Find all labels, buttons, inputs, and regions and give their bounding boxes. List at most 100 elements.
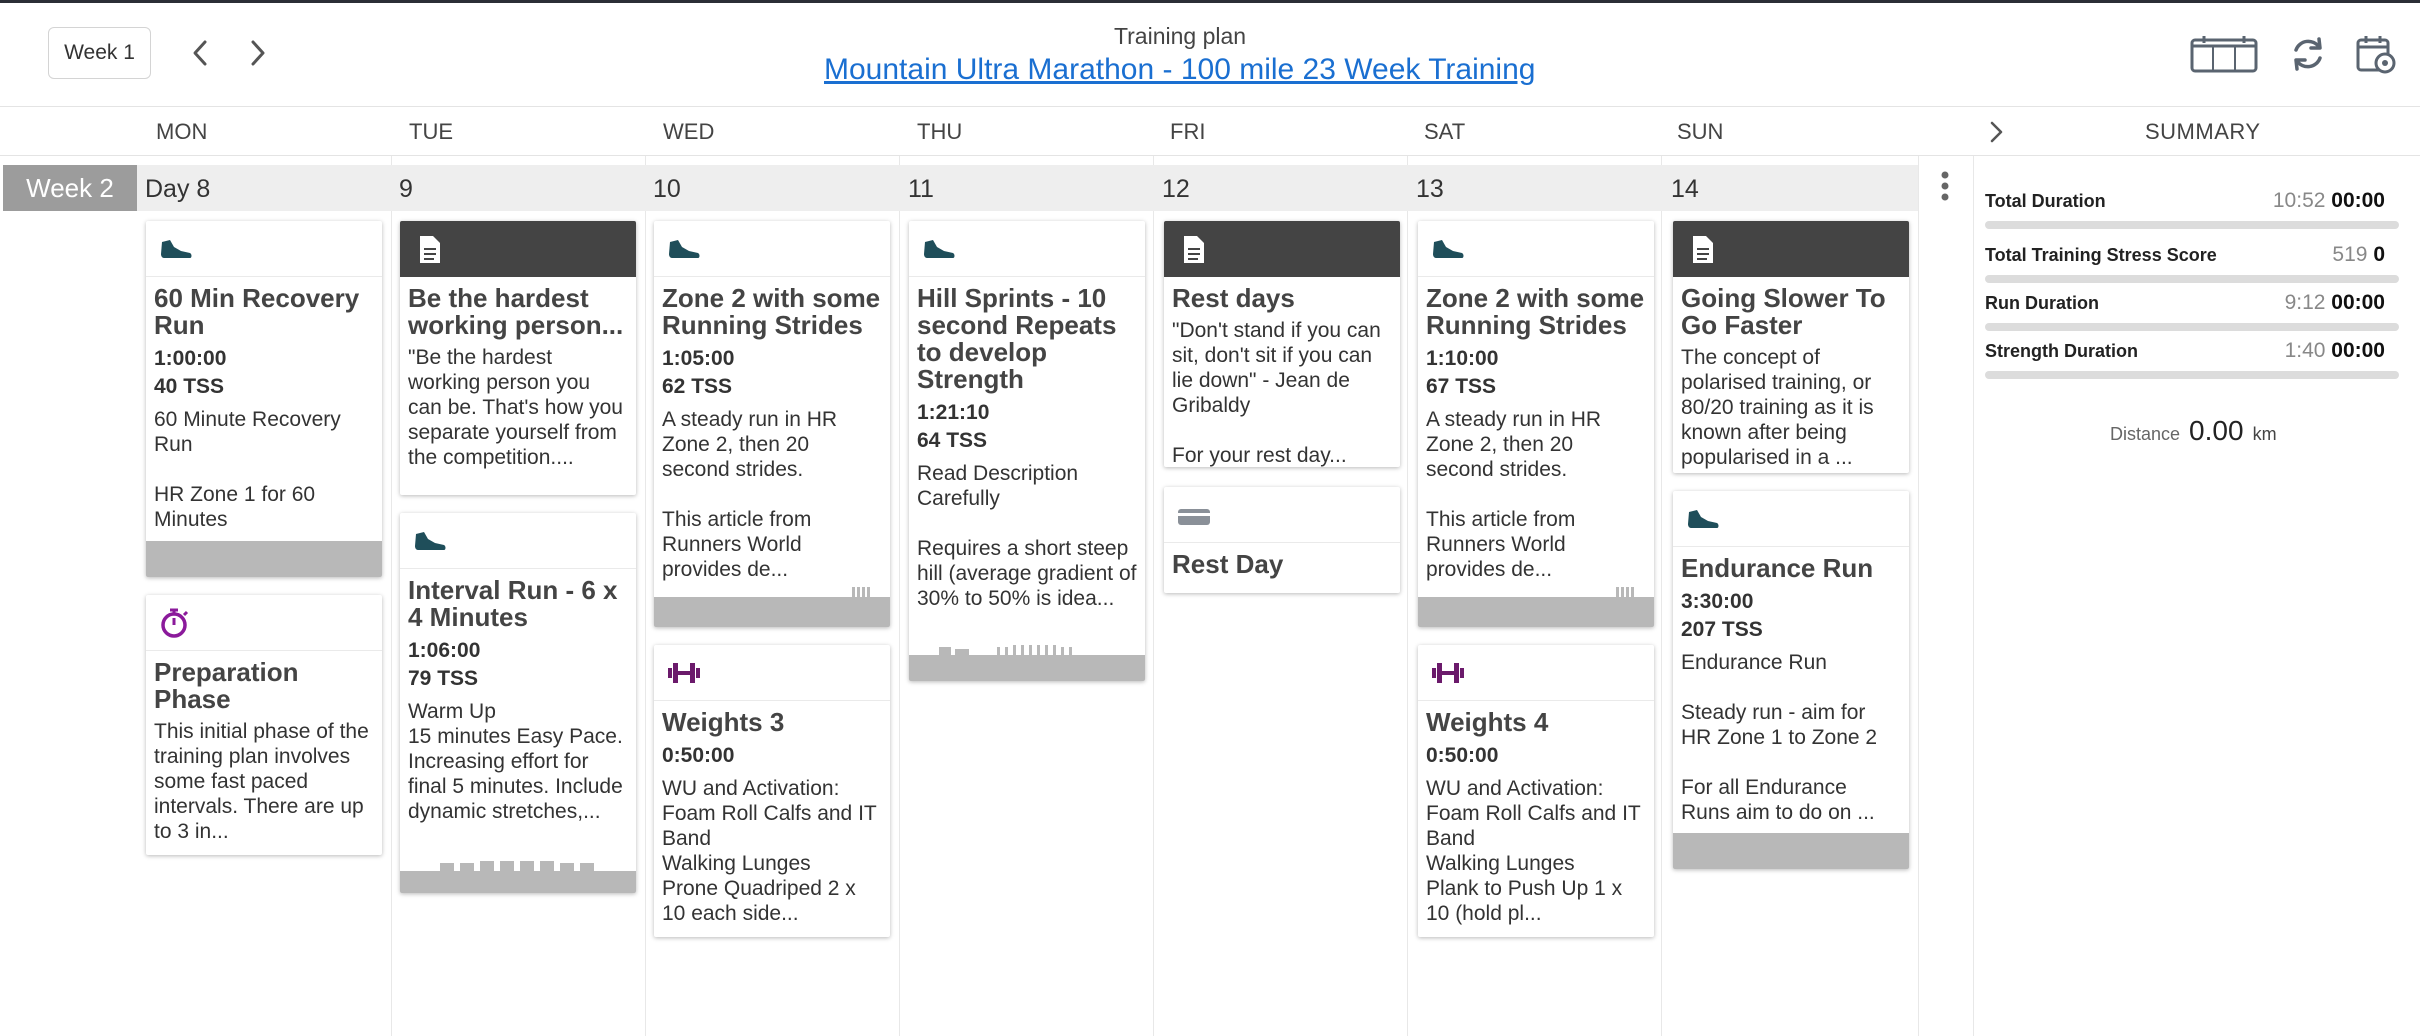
day-number[interactable]: 9 <box>399 175 413 204</box>
note-card-be-the-hardest-working-person[interactable]: Be the hardest working person... "Be the… <box>400 221 636 495</box>
summary-completed: 00:00 <box>2331 339 2385 362</box>
summary-label: Total Training Stress Score <box>1985 245 2217 265</box>
workout-card-zone-2-strides-sat[interactable]: Zone 2 with some Running Strides 1:10:00… <box>1418 221 1654 627</box>
workout-title: Endurance Run <box>1681 553 1874 583</box>
dumbbell-icon <box>668 663 700 683</box>
note-title: Rest days <box>1172 283 1295 313</box>
plan-title-text[interactable]: Mountain Ultra Marathon - 100 mile 23 We… <box>824 53 1536 86</box>
note-title: Be the hardest working person... <box>408 283 624 340</box>
calendar-week-icon <box>2190 36 2258 73</box>
summary-planned: 10:52 <box>2272 189 2326 212</box>
workout-title: Zone 2 with some Running Strides <box>1426 283 1645 340</box>
workout-card-interval-run[interactable]: Interval Run - 6 x 4 Minutes 1:06:00 79 … <box>400 513 636 893</box>
day-header-mon: MON <box>156 119 208 144</box>
summary-values: 10:52 00:00 <box>2273 189 2385 213</box>
workout-tss: 67 TSS <box>1426 375 1497 398</box>
workout-title: Weights 3 <box>662 707 785 737</box>
workout-duration: 1:05:00 <box>662 347 735 370</box>
workout-description: A steady run in HR Zone 2, then 20 secon… <box>662 408 838 581</box>
summary-completed: 00:00 <box>2331 189 2385 212</box>
day-number[interactable]: Day 8 <box>145 175 210 204</box>
calendar-view-button[interactable] <box>2188 31 2260 77</box>
workout-title: 60 Min Recovery Run <box>154 283 360 340</box>
summary-toggle-chevron-icon[interactable] <box>1985 117 2009 147</box>
workout-duration: 0:50:00 <box>662 744 735 767</box>
phase-description: This initial phase of the training plan … <box>154 720 369 843</box>
workout-duration: 1:00:00 <box>154 347 227 370</box>
summary-progress-track <box>1985 221 2399 229</box>
workout-description: WU and Activation: Foam Roll Calfs and I… <box>662 777 877 925</box>
workout-tss: 62 TSS <box>662 375 733 398</box>
workout-description: 60 Minute Recovery Run HR Zone 1 for 60 … <box>154 408 341 531</box>
summary-completed: 0 <box>2373 243 2385 266</box>
workout-card-weights-3[interactable]: Weights 3 0:50:00 WU and Activation: Foa… <box>654 645 890 937</box>
workout-title: Weights 4 <box>1426 707 1549 737</box>
day-header-sat: SAT <box>1424 119 1466 144</box>
column-divider <box>1407 156 1408 1036</box>
day-header-tue: TUE <box>409 119 453 144</box>
refresh-icon <box>2294 37 2322 71</box>
shoe-icon <box>669 240 700 258</box>
workout-intensity-profile <box>654 583 890 627</box>
workout-title: Hill Sprints - 10 second Repeats to deve… <box>917 283 1117 394</box>
note-card-going-slower-to-go-faster[interactable]: Going Slower To Go Faster The concept of… <box>1673 221 1909 473</box>
column-divider <box>1918 156 1919 1036</box>
workout-tss: 207 TSS <box>1681 618 1763 641</box>
weekday-header: MON TUE WED THU FRI SAT SUN SUMMARY <box>0 106 2420 156</box>
rest-day-card[interactable]: Rest Day <box>1164 487 1400 593</box>
summary-completed: 00:00 <box>2331 291 2385 314</box>
plan-title-link[interactable]: Mountain Ultra Marathon - 100 mile 23 We… <box>824 53 1536 87</box>
day-header-thu: THU <box>917 119 963 144</box>
day-number[interactable]: 13 <box>1416 175 1444 204</box>
note-card-rest-days[interactable]: Rest days "Don't stand if you can sit, d… <box>1164 221 1400 467</box>
column-divider <box>899 156 900 1036</box>
week-options-icon[interactable] <box>1938 168 1952 204</box>
rest-day-title: Rest Day <box>1172 549 1284 579</box>
week-label[interactable]: Week 2 <box>3 165 137 211</box>
workout-duration: 1:06:00 <box>408 639 481 662</box>
summary-values: 519 0 <box>2332 243 2385 267</box>
workout-card-60-min-recovery-run[interactable]: 60 Min Recovery Run 1:00:00 40 TSS 60 Mi… <box>146 221 382 577</box>
shoe-icon <box>1433 240 1464 258</box>
summary-values: 1:40 00:00 <box>2285 339 2385 363</box>
note-description: "Don't stand if you can sit, don't sit i… <box>1172 319 1381 467</box>
summary-header: SUMMARY <box>2145 119 2261 144</box>
phase-card-preparation[interactable]: Preparation Phase This initial phase of … <box>146 595 382 855</box>
workout-tss: 64 TSS <box>917 429 988 452</box>
day-number[interactable]: 12 <box>1162 175 1190 204</box>
summary-planned: 519 <box>2332 243 2368 266</box>
refresh-button[interactable] <box>2286 31 2330 77</box>
calendar-header: Week 1 Training plan Mountain Ultra Mara… <box>0 3 2420 103</box>
distance-value: 0.00 <box>2189 415 2244 446</box>
shoe-icon <box>1688 510 1719 528</box>
workout-description: Read Description Carefully Requires a sh… <box>917 462 1137 610</box>
workout-title: Zone 2 with some Running Strides <box>662 283 881 340</box>
plan-label: Training plan <box>1113 23 1247 49</box>
day-number[interactable]: 11 <box>908 175 934 204</box>
workout-tss: 40 TSS <box>154 375 225 398</box>
note-description: The concept of polarised training, or 80… <box>1681 346 1874 469</box>
summary-values: 9:12 00:00 <box>2285 291 2385 315</box>
document-icon <box>1693 236 1713 263</box>
day-header-wed: WED <box>663 119 715 144</box>
column-divider <box>1153 156 1154 1036</box>
summary-distance: Distance 0.00 km <box>2110 415 2277 447</box>
summary-progress-track <box>1985 275 2399 283</box>
note-description: "Be the hardest working person you can b… <box>408 346 623 469</box>
distance-label: Distance <box>2110 424 2181 444</box>
workout-card-weights-4[interactable]: Weights 4 0:50:00 WU and Activation: Foa… <box>1418 645 1654 937</box>
workout-duration: 0:50:00 <box>1426 744 1499 767</box>
calendar-settings-button[interactable] <box>2354 31 2398 77</box>
workout-card-endurance-run[interactable]: Endurance Run 3:30:00 207 TSS Endurance … <box>1673 491 1909 869</box>
training-calendar: Week 1 Training plan Mountain Ultra Mara… <box>0 0 2420 1036</box>
workout-description: Endurance Run Steady run - aim for HR Zo… <box>1681 651 1878 824</box>
workout-card-hill-sprints[interactable]: Hill Sprints - 10 second Repeats to deve… <box>909 221 1145 681</box>
column-divider <box>645 156 646 1036</box>
day-number[interactable]: 14 <box>1671 175 1699 204</box>
document-icon <box>1184 236 1204 263</box>
workout-card-zone-2-strides-wed[interactable]: Zone 2 with some Running Strides 1:05:00… <box>654 221 890 627</box>
day-number[interactable]: 10 <box>653 175 681 204</box>
day-header-sun: SUN <box>1677 119 1724 144</box>
workout-description: Warm Up 15 minutes Easy Pace. Increasing… <box>408 700 623 823</box>
workout-title: Interval Run - 6 x 4 Minutes <box>408 575 618 632</box>
